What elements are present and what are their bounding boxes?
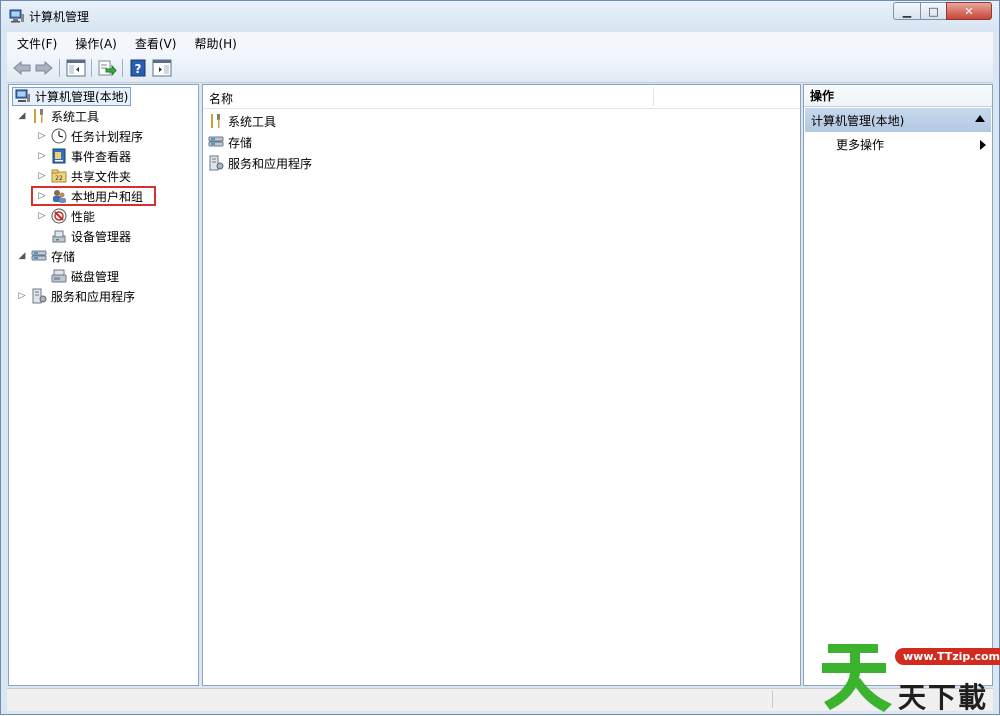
tree-item-device-manager[interactable]: 设备管理器: [51, 226, 131, 246]
collapse-arrow-icon[interactable]: ◢: [16, 110, 28, 122]
list-item[interactable]: 存储: [208, 132, 252, 152]
list-item[interactable]: 系统工具: [208, 111, 276, 131]
tree-item-system-tools[interactable]: ◢ 系统工具: [16, 106, 99, 126]
show-hide-tree-button[interactable]: [65, 58, 87, 78]
expand-arrow-icon[interactable]: ▷: [36, 130, 48, 142]
tools-icon: [211, 114, 220, 128]
export-list-icon: [98, 60, 117, 77]
show-hide-tree-icon: [66, 59, 86, 77]
more-actions-item[interactable]: 更多操作: [836, 135, 986, 153]
tree-item-performance[interactable]: ▷ 性能: [36, 206, 95, 226]
actions-pane: 操作 计算机管理(本地) 更多操作: [803, 84, 993, 686]
tree-item-root[interactable]: 计算机管理(本地): [12, 86, 132, 106]
column-divider[interactable]: [653, 87, 654, 106]
list-item-label: 系统工具: [228, 114, 277, 129]
collapse-caret-icon[interactable]: [975, 115, 985, 122]
maximize-icon: □: [928, 4, 939, 18]
more-actions-label: 更多操作: [836, 137, 885, 152]
minimize-icon: ▁: [902, 4, 912, 18]
title-bar[interactable]: 计算机管理 ▁ □ ✕: [1, 1, 999, 31]
tree-label: 计算机管理(本地): [35, 89, 129, 104]
tree-root-selection: 计算机管理(本地): [12, 86, 132, 106]
close-button[interactable]: ✕: [946, 2, 992, 20]
actions-section-label: 计算机管理(本地): [811, 113, 905, 128]
close-icon: ✕: [964, 4, 974, 18]
tree-item-event-viewer[interactable]: ▷ 事件查看器: [36, 146, 131, 166]
expand-arrow-icon[interactable]: ▷: [36, 170, 48, 182]
watermark-text: 天下載: [898, 681, 989, 714]
submenu-arrow-icon: [980, 140, 986, 150]
maximize-button[interactable]: □: [920, 2, 947, 20]
forward-arrow-icon: [35, 61, 53, 75]
toolbar: ?: [7, 54, 993, 83]
tree-label: 事件查看器: [71, 149, 132, 164]
expand-arrow-icon[interactable]: ▷: [36, 150, 48, 162]
tree-label: 系统工具: [51, 109, 100, 124]
tree-label: 服务和应用程序: [51, 289, 136, 304]
expand-arrow-icon[interactable]: ▷: [16, 290, 28, 302]
tree-item-services-apps[interactable]: ▷ 服务和应用程序: [16, 286, 135, 306]
menu-file[interactable]: 文件(F): [7, 35, 65, 52]
actions-section-computer-management[interactable]: 计算机管理(本地): [805, 108, 991, 132]
tree-label: 磁盘管理: [71, 269, 120, 284]
actions-header: 操作: [804, 85, 992, 107]
tree-item-task-scheduler[interactable]: ▷ 任务计划程序: [36, 126, 143, 146]
forward-button[interactable]: [35, 58, 53, 78]
shared-folder-icon: 22: [51, 169, 67, 183]
disk-management-icon: [51, 269, 67, 283]
window-title: 计算机管理: [29, 10, 90, 24]
export-list-button[interactable]: [96, 58, 118, 78]
menu-help[interactable]: 帮助(H): [184, 35, 244, 52]
back-arrow-icon: [13, 61, 31, 75]
tree-label: 共享文件夹: [71, 169, 132, 184]
expand-arrow-icon[interactable]: ▷: [36, 210, 48, 222]
show-hide-action-pane-icon: [152, 59, 172, 77]
minimize-button[interactable]: ▁: [893, 2, 921, 20]
svg-text:22: 22: [55, 175, 63, 182]
menu-bar: 文件(F) 操作(A) 查看(V) 帮助(H): [7, 32, 993, 54]
services-icon: [209, 155, 224, 171]
tree-label: 存储: [51, 249, 76, 264]
computer-management-window: 计算机管理 ▁ □ ✕ 文件(F) 操作(A) 查看(V) 帮助(H) ? 计算…: [0, 0, 1000, 715]
tree-item-disk-management[interactable]: 磁盘管理: [51, 266, 119, 286]
tree-label: 任务计划程序: [71, 129, 144, 144]
back-button[interactable]: [13, 58, 31, 78]
watermark-logo: www.TTzip.com 天下載: [820, 638, 1000, 714]
collapse-arrow-icon[interactable]: ◢: [16, 250, 28, 262]
tree-label: 性能: [71, 209, 96, 224]
computer-management-icon: [15, 89, 30, 102]
list-item-label: 存储: [228, 135, 253, 150]
show-hide-action-pane-button[interactable]: [151, 58, 173, 78]
toolbar-separator: [122, 59, 123, 77]
computer-management-icon: [9, 9, 24, 23]
watermark-url: www.TTzip.com: [895, 648, 1000, 665]
column-header-row: 名称: [203, 85, 800, 109]
help-icon: ?: [130, 59, 146, 77]
console-tree-pane[interactable]: 计算机管理(本地) ◢ 系统工具 ▷ 任务计划程序 ▷ 事件查看器 ▷ 22 共…: [8, 84, 199, 686]
tree-item-storage[interactable]: ◢ 存储: [16, 246, 75, 266]
highlight-annotation-box: [31, 186, 156, 206]
storage-icon: [31, 250, 47, 261]
list-item[interactable]: 服务和应用程序: [208, 153, 312, 173]
toolbar-separator: [91, 59, 92, 77]
tools-icon: [34, 109, 43, 123]
menu-action[interactable]: 操作(A): [65, 35, 125, 52]
watermark-tian-glyph-icon: [822, 644, 892, 712]
list-item-label: 服务和应用程序: [228, 156, 313, 171]
results-pane[interactable]: 名称 系统工具 存储 服务和应用程序: [202, 84, 801, 686]
menu-view[interactable]: 查看(V): [125, 35, 185, 52]
help-button[interactable]: ?: [127, 58, 149, 78]
services-icon: [32, 288, 47, 304]
clock-icon: [51, 128, 67, 144]
performance-icon: [51, 208, 67, 224]
status-bar-divider: [772, 691, 773, 708]
event-viewer-icon: [52, 148, 66, 164]
device-manager-icon: [52, 230, 66, 243]
toolbar-separator: [59, 59, 60, 77]
svg-text:?: ?: [135, 62, 142, 76]
column-header-name[interactable]: 名称: [209, 90, 233, 107]
storage-icon: [208, 136, 224, 147]
tree-item-shared-folders[interactable]: ▷ 22 共享文件夹: [36, 166, 131, 186]
tree-label: 设备管理器: [71, 229, 132, 244]
